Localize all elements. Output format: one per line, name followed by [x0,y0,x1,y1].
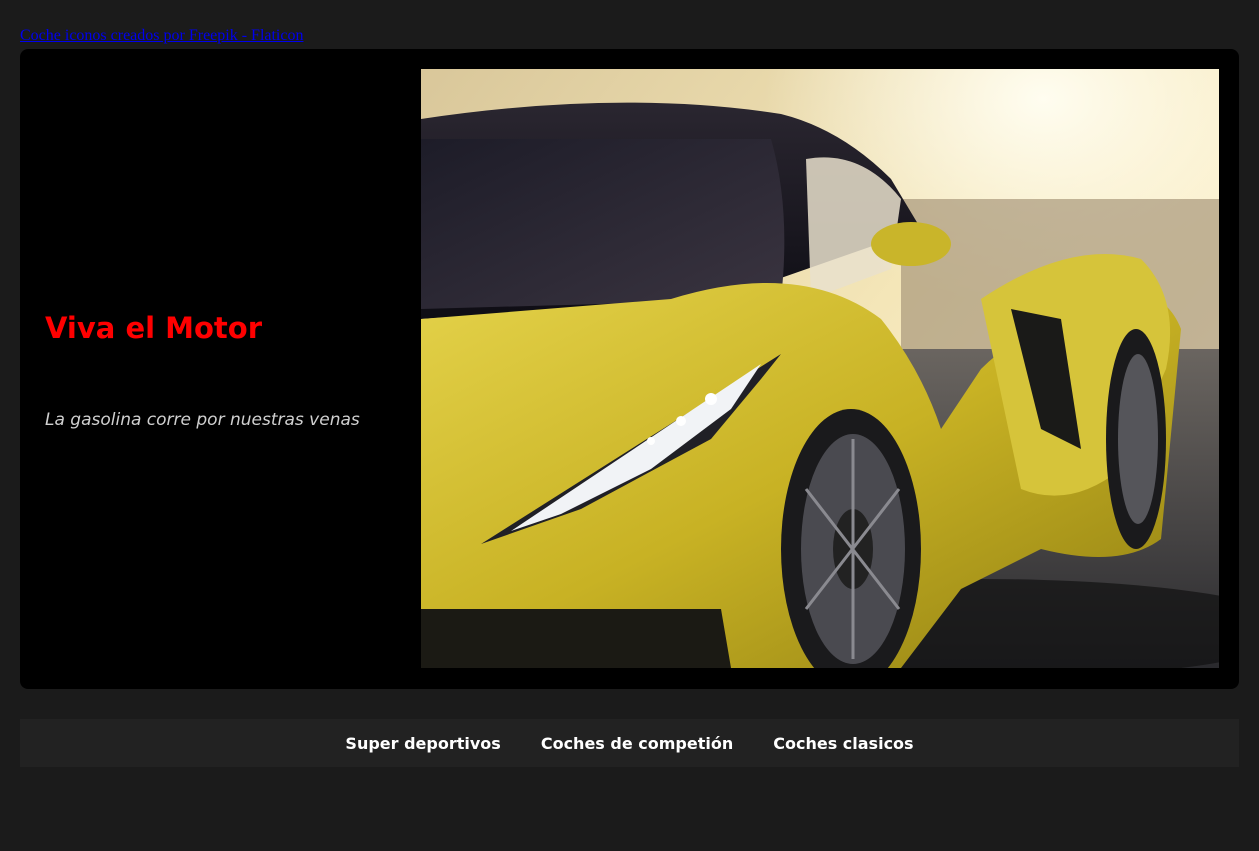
hero-title: Viva el Motor [45,311,263,345]
main-nav: Super deportivos Coches de competión Coc… [20,719,1239,767]
attribution-link[interactable]: Coche iconos creados por Freepik - Flati… [20,27,303,45]
hero-banner: Viva el Motor La gasolina corre por nues… [20,49,1239,689]
hero-subtitle: La gasolina corre por nuestras venas [45,410,360,430]
nav-item-coches-clasicos[interactable]: Coches clasicos [773,734,913,753]
hero-text-block: Viva el Motor La gasolina corre por nues… [45,49,415,689]
sports-car-image [421,69,1219,668]
nav-item-super-deportivos[interactable]: Super deportivos [345,734,500,753]
nav-item-coches-de-competicion[interactable]: Coches de competión [541,734,733,753]
